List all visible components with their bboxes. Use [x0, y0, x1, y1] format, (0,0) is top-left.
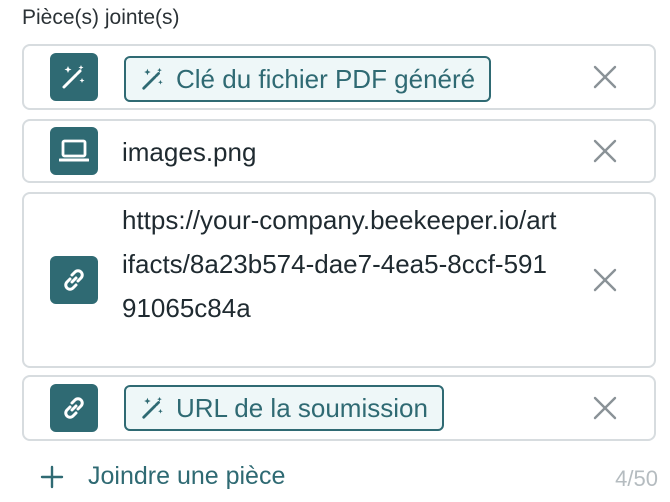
- add-attachment-button[interactable]: Joindre une pièce: [40, 462, 285, 491]
- computer-icon: [50, 127, 98, 175]
- attachment-row-4: URL de la soumission: [22, 375, 656, 441]
- plus-icon: [40, 465, 64, 488]
- attachment-counter: 4/50: [615, 466, 658, 491]
- link-icon: [50, 384, 98, 432]
- link-url: https://your-company.beekeeper.io/artifa…: [122, 205, 557, 323]
- attachment-row-3: https://your-company.beekeeper.io/artifa…: [22, 192, 656, 368]
- magic-wand-icon: [50, 53, 98, 101]
- variable-chip[interactable]: URL de la soumission: [124, 385, 444, 431]
- close-icon: [593, 268, 617, 292]
- remove-button[interactable]: [590, 393, 620, 423]
- remove-button[interactable]: [590, 62, 620, 92]
- link-icon: [50, 256, 98, 304]
- close-icon: [593, 139, 617, 163]
- attachment-row-1: Clé du fichier PDF généré: [22, 44, 656, 110]
- variable-chip[interactable]: Clé du fichier PDF généré: [124, 56, 492, 102]
- section-title: Pièce(s) jointe(s): [22, 6, 180, 29]
- remove-button[interactable]: [590, 265, 620, 295]
- magic-wand-icon: [142, 67, 163, 90]
- add-attachment-label: Joindre une pièce: [88, 462, 286, 490]
- chip-label: Clé du fichier PDF généré: [176, 63, 476, 94]
- remove-button[interactable]: [590, 136, 620, 166]
- close-icon: [593, 65, 617, 89]
- attachment-row-2: images.png: [22, 119, 656, 183]
- file-name: images.png: [122, 137, 257, 167]
- chip-label: URL de la soumission: [176, 392, 428, 423]
- close-icon: [593, 396, 617, 420]
- magic-wand-icon: [142, 396, 163, 419]
